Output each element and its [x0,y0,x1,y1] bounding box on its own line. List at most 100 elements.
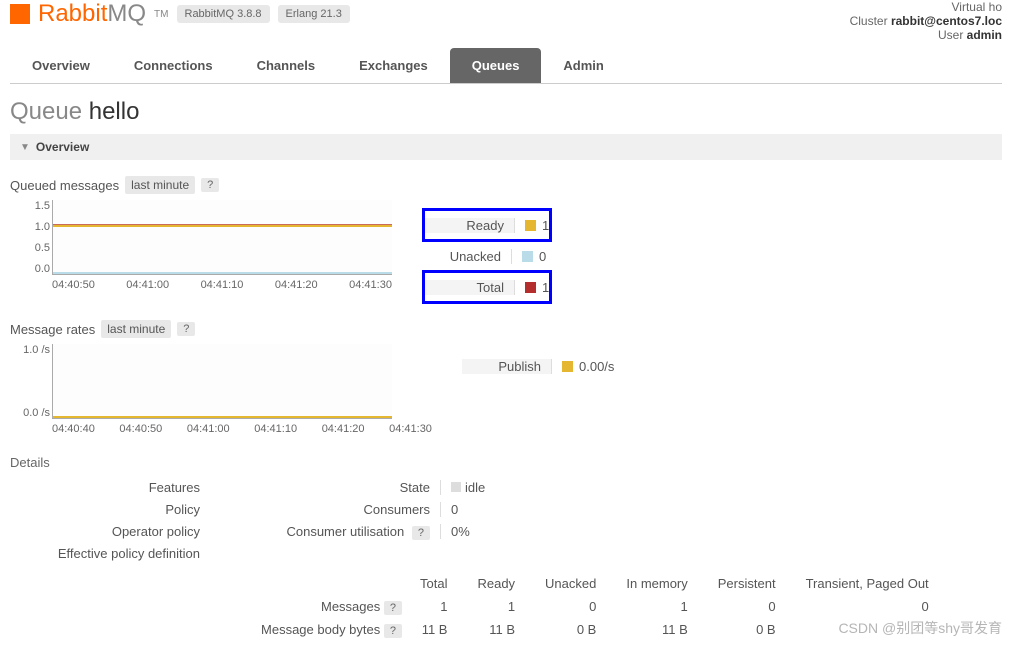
trademark: TM [154,9,168,20]
help-icon[interactable]: ? [384,601,402,615]
virtual-host-label: Virtual ho [850,0,1002,14]
logo-icon [10,4,30,24]
message-rates-legend: Publish 0.00/s [462,352,614,380]
consumers-label: Consumers [280,502,440,517]
y-tick: 0.0 [10,263,50,275]
color-swatch-icon [525,282,536,293]
table-row: Message body bytes ? 11 B 11 B 0 B 11 B … [230,618,949,641]
y-tick: 0.0 /s [10,407,50,419]
details-heading: Details [10,455,1002,470]
legend-total-label: Total [425,280,515,295]
cell: 0 B [708,618,796,641]
x-tick: 04:41:20 [275,279,318,291]
x-tick: 04:41:10 [254,423,297,435]
cell: 11 B [616,618,707,641]
cell: 0 B [535,618,616,641]
idle-icon [451,482,461,492]
color-swatch-icon [562,361,573,372]
y-tick: 1.5 [10,200,50,212]
table-row: Messages ? 1 1 0 1 0 0 [230,595,949,618]
operator-policy-label: Operator policy [10,524,210,539]
overview-section-title: Overview [36,140,89,154]
cell: 1 [616,595,707,618]
x-tick: 04:41:30 [349,279,392,291]
y-tick: 1.0 [10,221,50,233]
col-transient: Transient, Paged Out [796,572,949,595]
help-icon[interactable]: ? [177,322,195,336]
tab-channels[interactable]: Channels [235,48,338,83]
legend-publish-label: Publish [462,359,552,374]
body-bytes-row-label: Message body bytes [261,622,380,637]
policy-label: Policy [10,502,210,517]
state-label: State [280,480,440,495]
queued-messages-header: Queued messages last minute ? [10,176,1002,194]
x-tick: 04:41:00 [126,279,169,291]
chart-line-unacked [53,272,392,274]
col-unacked: Unacked [535,572,616,595]
color-swatch-icon [525,220,536,231]
cell [796,618,949,641]
tab-admin[interactable]: Admin [541,48,625,83]
consumer-util-value: 0% [440,524,470,539]
tab-queues[interactable]: Queues [450,48,542,83]
main-tabs: Overview Connections Channels Exchanges … [10,48,1002,84]
x-tick: 04:40:40 [52,423,95,435]
cell: 1 [467,595,535,618]
user-info: User admin [850,28,1002,42]
consumers-value: 0 [440,502,458,517]
cell: 0 [535,595,616,618]
col-total: Total [410,572,467,595]
features-label: Features [10,480,210,495]
version-pill: RabbitMQ 3.8.8 [177,5,270,23]
help-icon[interactable]: ? [384,624,402,638]
tab-overview[interactable]: Overview [10,48,112,83]
cell: 11 B [467,618,535,641]
logo-text: RabbitMQ [38,0,146,28]
chart-line-ready [53,225,392,227]
x-tick: 04:40:50 [52,279,95,291]
message-rates-header: Message rates last minute ? [10,320,1002,338]
legend-total-value: 1 [542,280,549,295]
queued-messages-chart: 1.5 1.0 0.5 0.0 04:40:50 04:41:00 04:41:… [10,200,392,291]
x-tick: 04:40:50 [119,423,162,435]
cell: 0 [796,595,949,618]
color-swatch-icon [522,251,533,262]
y-tick: 0.5 [10,242,50,254]
chart-line-publish [53,416,392,418]
queued-messages-range[interactable]: last minute [125,176,195,194]
legend-unacked-label: Unacked [422,249,512,264]
legend-publish-value: 0.00/s [579,359,614,374]
queued-messages-legend: Ready 1 Unacked 0 Total 1 [422,208,552,304]
col-inmemory: In memory [616,572,707,595]
cell: 11 B [410,618,467,641]
collapse-icon: ▼ [20,142,30,153]
stats-table: Total Ready Unacked In memory Persistent… [230,572,1012,641]
tab-connections[interactable]: Connections [112,48,235,83]
help-icon[interactable]: ? [201,178,219,192]
col-ready: Ready [467,572,535,595]
message-rates-range[interactable]: last minute [101,320,171,338]
x-tick: 04:41:10 [201,279,244,291]
erlang-pill: Erlang 21.3 [278,5,350,23]
cell: 0 [708,595,796,618]
cluster-info: Cluster rabbit@centos7.loc [850,14,1002,28]
legend-ready-value: 1 [542,218,549,233]
legend-ready-label: Ready [425,218,515,233]
x-tick: 04:41:00 [187,423,230,435]
effective-policy-label: Effective policy definition [10,546,210,561]
messages-row-label: Messages [321,599,380,614]
queued-messages-label: Queued messages [10,178,119,193]
tab-exchanges[interactable]: Exchanges [337,48,450,83]
message-rates-chart: 1.0 /s 0.0 /s 04:40:40 04:40:50 04:41:00… [10,344,432,435]
consumer-util-label: Consumer utilisation [286,524,404,539]
help-icon[interactable]: ? [412,526,430,540]
overview-section-header[interactable]: ▼ Overview [10,134,1002,160]
legend-unacked-value: 0 [539,249,546,264]
x-tick: 04:41:30 [389,423,432,435]
message-rates-label: Message rates [10,322,95,337]
state-value: idle [465,480,485,495]
x-tick: 04:41:20 [322,423,365,435]
cell: 1 [410,595,467,618]
page-title: Queue hello [10,98,1002,126]
col-persistent: Persistent [708,572,796,595]
